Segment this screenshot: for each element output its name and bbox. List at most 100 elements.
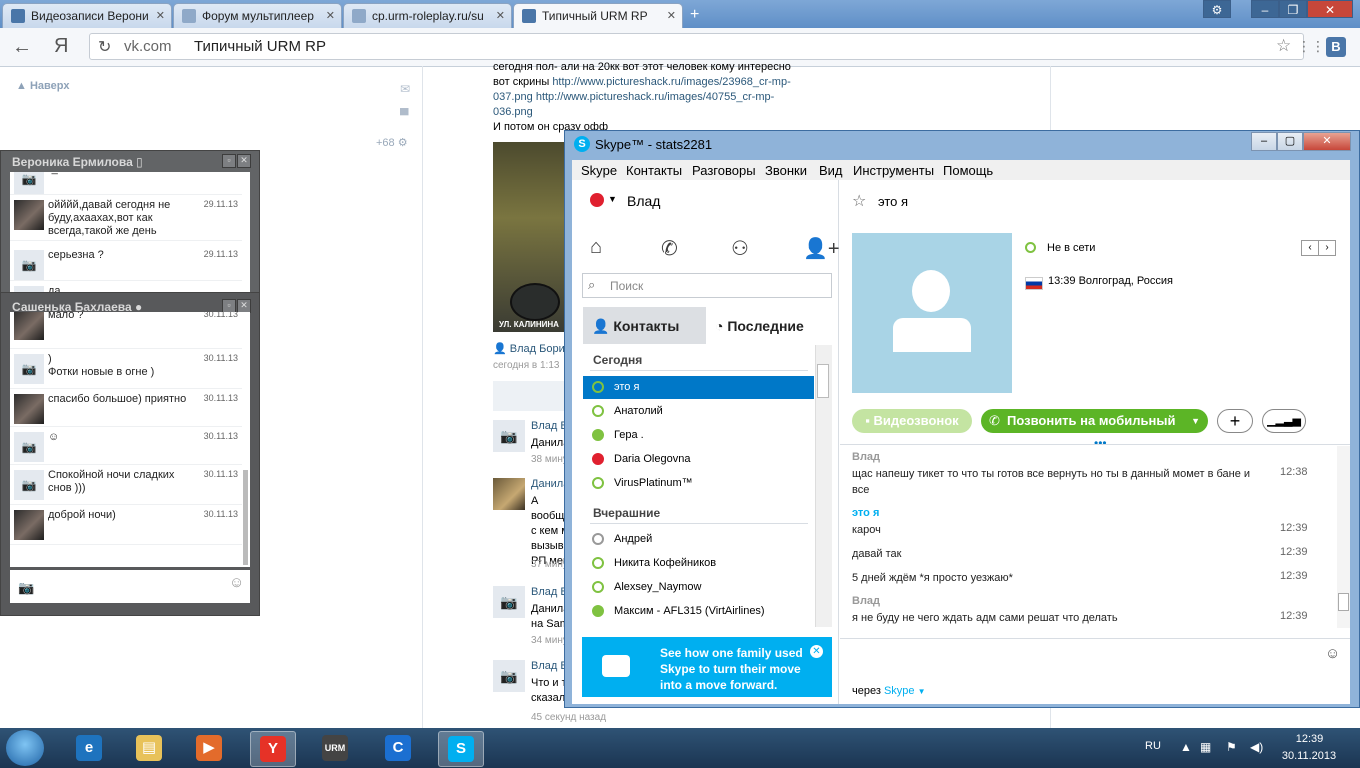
urm-rp-icon[interactable]: URM [313,731,357,765]
bookmark-star-icon[interactable]: ☆ [1276,36,1291,56]
skype-close-icon[interactable]: ✕ [1303,132,1351,151]
chat-title[interactable]: Вероника Ермилова ▯ [12,155,143,169]
contacts-scroll-thumb[interactable] [817,364,829,398]
chat-avatar[interactable]: 📷 [14,250,44,280]
message-input[interactable] [852,643,1312,673]
group-icon[interactable]: ⚇ [731,236,749,261]
add-participant-button[interactable]: + [1217,409,1253,433]
home-icon[interactable]: ⌂ [590,236,602,259]
chat-avatar[interactable] [14,394,44,424]
chat-avatar[interactable]: 📷 [14,470,44,500]
network-icon[interactable]: ▦ [1200,740,1211,754]
next-arrow-icon[interactable]: › [1318,240,1336,256]
contact-row[interactable]: Никита Кофейников [583,552,814,575]
browser-tab[interactable]: Форум мультиплеер ✕ [173,3,342,28]
contact-row[interactable]: Андрей [583,528,814,551]
contact-row[interactable]: VirusPlatinum™ [583,472,814,495]
skype-username[interactable]: Влад [627,193,660,209]
mail-icon[interactable]: ✉ [400,82,410,96]
comment-box[interactable] [493,381,573,411]
contact-row[interactable]: это я [583,376,814,399]
prev-arrow-icon[interactable]: ‹ [1301,240,1319,256]
maximize-icon[interactable]: ❐ [1279,0,1307,18]
video-call-button[interactable]: ▪ Видеозвонок [852,409,972,433]
chat-minimize-icon[interactable]: ▫ [222,154,236,168]
browser-tab[interactable]: Типичный URM RP ✕ [513,3,683,28]
comment-avatar[interactable] [493,478,525,510]
contact-row[interactable]: Гера . [583,424,814,447]
status-busy-icon[interactable] [590,193,604,207]
contact-row[interactable]: Максим - AFL315 (VirtAirlines) [583,600,814,623]
chat-close-icon[interactable]: ✕ [237,154,251,168]
new-tab-button[interactable]: + [690,6,699,24]
post-link[interactable]: http://www.pictureshack.ru/images/40755_… [493,91,774,118]
back-to-top-link[interactable]: ▲ Наверх [16,80,69,92]
ad-close-icon[interactable]: ✕ [810,645,823,658]
notification-counter[interactable]: +68 ⚙ [376,136,408,149]
minimize-icon[interactable]: – [1251,0,1279,18]
yandex-browser-icon[interactable]: Y [250,731,296,767]
call-mobile-button[interactable]: Позвонить на мобильный ✆ ▼ [981,409,1208,433]
settings-icon[interactable]: ⚙ [1203,0,1231,18]
skype-icon[interactable]: S [438,731,484,767]
chat-avatar[interactable] [14,510,44,540]
explorer-icon[interactable]: ▤ [127,731,171,765]
chat-avatar[interactable] [14,200,44,230]
comment-author[interactable]: Влад Б [531,420,568,432]
attach-photo-icon[interactable]: 📷 [18,580,34,596]
contact-row[interactable]: Анатолий [583,400,814,423]
emoticon-icon[interactable]: ☺ [1325,645,1340,662]
chat-avatar[interactable] [14,312,44,340]
clock-time[interactable]: 12:39 [1282,733,1337,745]
menu-item-2[interactable]: Разговоры [692,163,756,178]
comment-avatar[interactable]: 📷 [493,420,525,452]
skype-minimize-icon[interactable]: – [1251,132,1277,151]
contact-row[interactable]: Alexsey_Naymow [583,576,814,599]
tab-close-icon[interactable]: ✕ [326,9,335,22]
start-button[interactable] [6,730,44,766]
comments-icon[interactable]: ▀ [400,108,409,122]
clock-date[interactable]: 30.11.2013 [1274,750,1344,762]
chat-close-icon[interactable]: ✕ [237,299,251,313]
tab-close-icon[interactable]: ✕ [667,9,676,22]
browser-tab[interactable]: cp.urm-roleplay.ru/su ✕ [343,3,512,28]
chat-scrollbar[interactable] [243,470,248,565]
menu-icon[interactable]: ⋮⋮ [1297,38,1325,55]
add-contact-icon[interactable]: 👤+ [803,236,840,261]
conversation-scroll-thumb[interactable] [1338,593,1349,611]
post-author[interactable]: 👤 Влад Борис [493,342,570,355]
chevron-down-icon[interactable]: ▼ [608,194,617,204]
chat-avatar[interactable]: 📷 [14,432,44,462]
menu-item-4[interactable]: Вид [819,163,843,178]
emoji-icon[interactable]: ☺ [229,574,244,591]
via-link[interactable]: Skype [884,685,915,697]
back-arrow-icon[interactable]: ← [12,36,32,59]
via-selector[interactable]: через Skype ▼ [852,685,926,697]
tab-close-icon[interactable]: ✕ [156,9,165,22]
browser-tab[interactable]: Видеозаписи Верони ✕ [2,3,172,28]
menu-item-5[interactable]: Инструменты [853,163,934,178]
close-icon[interactable]: ✕ [1307,0,1353,18]
skype-maximize-icon[interactable]: ▢ [1277,132,1303,151]
chat-input[interactable] [10,570,250,603]
call-quality-button[interactable]: ▁▂▃▅ [1262,409,1306,433]
tray-arrow-icon[interactable]: ▲ [1180,740,1192,754]
tab-close-icon[interactable]: ✕ [496,9,505,22]
menu-item-6[interactable]: Помощь [943,163,993,178]
flag-icon[interactable]: ⚑ [1226,740,1237,754]
chat-avatar[interactable]: 📷 [14,354,44,384]
comment-avatar[interactable]: 📷 [493,660,525,692]
chat-avatar[interactable]: 📷 [14,172,44,194]
comment-author[interactable]: Влад Б [531,660,568,672]
comment-author[interactable]: Влад Б [531,586,568,598]
vk-extension-button[interactable]: В [1326,37,1346,57]
volume-icon[interactable]: ◀) [1250,740,1263,754]
menu-item-0[interactable]: Skype [581,163,617,178]
language-indicator[interactable]: RU [1145,740,1161,752]
ie-icon[interactable]: e [67,731,111,765]
favorite-star-icon[interactable]: ☆ [852,191,866,211]
media-player-icon[interactable]: ▶ [187,731,231,765]
menu-item-3[interactable]: Звонки [765,163,807,178]
comment-avatar[interactable]: 📷 [493,586,525,618]
drag-handle-icon[interactable]: ••• [1094,436,1107,450]
